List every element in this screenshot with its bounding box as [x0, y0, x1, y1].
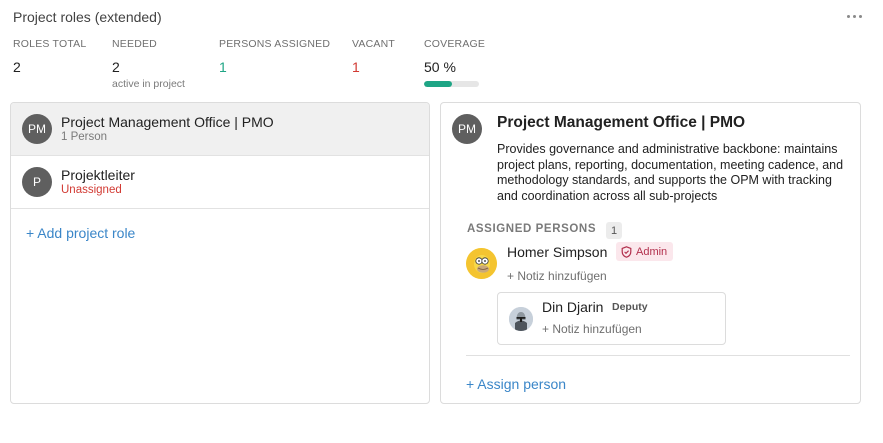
- stat-label: PERSONS ASSIGNED: [219, 38, 331, 50]
- stat-label: VACANT: [352, 38, 396, 50]
- stat-vacant: VACANT 1: [352, 38, 395, 75]
- stat-roles-total: ROLES TOTAL 2: [13, 38, 86, 75]
- role-item-projektleiter[interactable]: P Projektleiter Unassigned: [11, 156, 429, 209]
- role-sub-unassigned: Unassigned: [61, 184, 122, 196]
- stat-persons-assigned: PERSONS ASSIGNED 1: [219, 38, 330, 75]
- assigned-persons-count: 1: [606, 222, 622, 239]
- more-horizontal-icon[interactable]: [843, 6, 865, 26]
- person-name[interactable]: Homer Simpson: [507, 244, 607, 260]
- divider: [466, 355, 850, 356]
- role-detail-panel: PM Project Management Office | PMO Provi…: [440, 102, 861, 404]
- coverage-progress-bar: [424, 81, 479, 87]
- role-name: Project Management Office | PMO: [61, 114, 274, 130]
- stat-value: 2: [112, 59, 120, 75]
- admin-badge: Admin: [616, 242, 674, 261]
- din-djarin-avatar: [509, 307, 533, 331]
- add-project-role-link[interactable]: + Add project role: [26, 225, 135, 241]
- coverage-progress-fill: [424, 81, 452, 87]
- stat-value: 2: [13, 59, 21, 75]
- page-title: Project roles (extended): [13, 9, 162, 25]
- homer-avatar: [466, 248, 497, 279]
- stat-label: ROLES TOTAL: [13, 38, 87, 50]
- role-sub: 1 Person: [61, 131, 108, 143]
- role-item-pmo[interactable]: PM Project Management Office | PMO 1 Per…: [11, 103, 429, 156]
- stat-label: NEEDED: [112, 38, 157, 50]
- assigned-persons-label: ASSIGNED PERSONS: [467, 223, 597, 235]
- detail-description: Provides governance and administrative b…: [497, 142, 844, 203]
- deputy-name[interactable]: Din Djarin: [542, 299, 603, 315]
- role-name: Projektleiter: [61, 167, 135, 183]
- shield-icon: [621, 245, 632, 258]
- stat-label: COVERAGE: [424, 38, 486, 50]
- stat-value: 1: [219, 59, 227, 75]
- role-avatar: PM: [22, 114, 52, 144]
- role-avatar: P: [22, 167, 52, 197]
- assign-person-link[interactable]: + Assign person: [466, 376, 566, 392]
- stat-value: 1: [352, 59, 360, 75]
- add-note-link[interactable]: + Notiz hinzufügen: [507, 269, 607, 283]
- deputy-tag: Deputy: [612, 301, 648, 313]
- admin-badge-label: Admin: [636, 245, 668, 258]
- deputy-add-note-link[interactable]: + Notiz hinzufügen: [542, 322, 642, 336]
- stat-sub: active in project: [112, 78, 185, 90]
- detail-title: Project Management Office | PMO: [497, 114, 746, 131]
- roles-list-panel: PM Project Management Office | PMO 1 Per…: [10, 102, 430, 404]
- detail-avatar: PM: [452, 114, 482, 144]
- deputy-card: Din Djarin Deputy + Notiz hinzufügen: [497, 292, 726, 345]
- stat-value: 50 %: [424, 59, 456, 75]
- stat-needed: NEEDED 2 active in project: [112, 38, 185, 90]
- stat-coverage: COVERAGE 50 %: [424, 38, 485, 87]
